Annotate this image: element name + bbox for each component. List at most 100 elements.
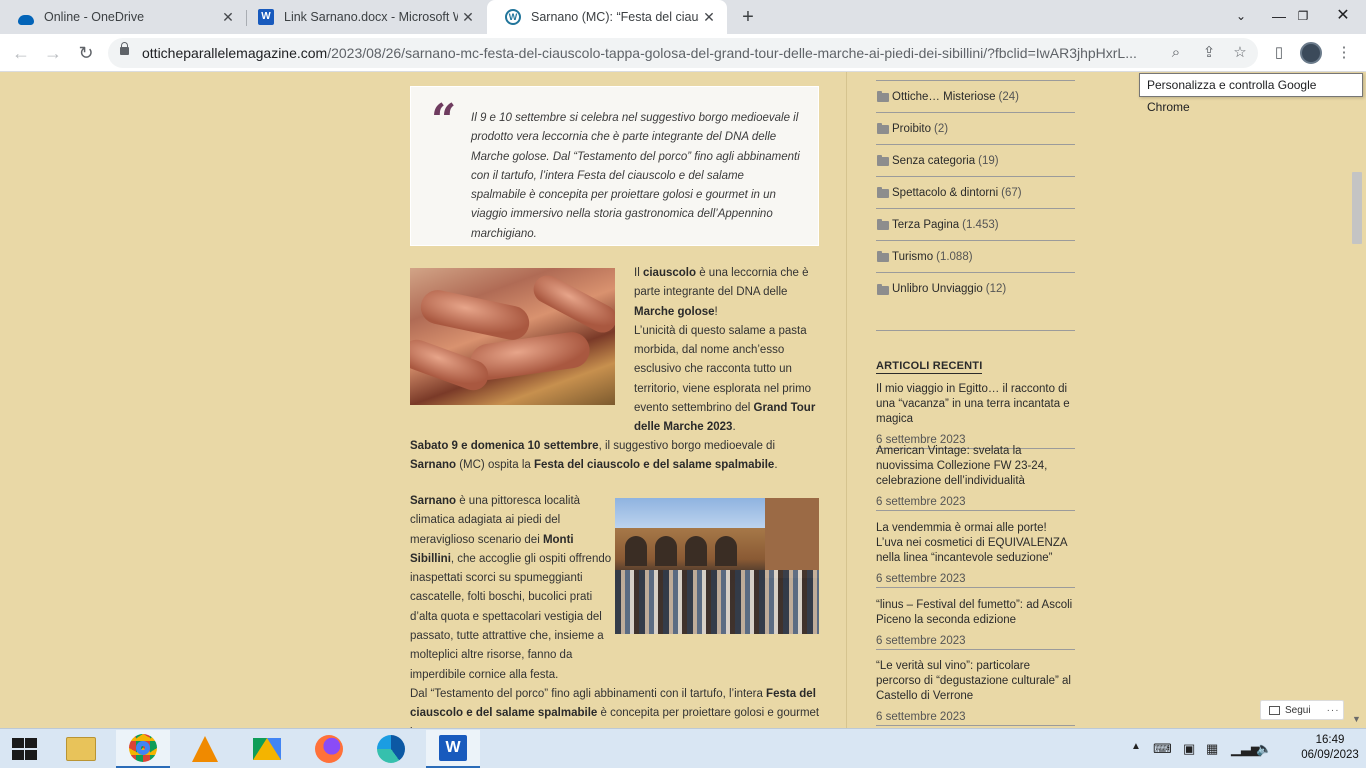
word-taskbar-icon[interactable]: W: [426, 730, 480, 768]
tab-title: Sarnano (MC): “Festa del ciauscol: [531, 10, 699, 24]
text-run: !: [714, 305, 718, 318]
vlc-icon[interactable]: [178, 730, 232, 768]
category-list: Ottiche… Misteriose (24) Proibito (2) Senz…: [876, 81, 1075, 305]
category-count: (2): [934, 122, 949, 135]
category-item[interactable]: Unlibro Unviaggio (12): [876, 273, 1075, 305]
close-window-button[interactable]: ✕: [1320, 0, 1366, 34]
recent-article-link[interactable]: Il mio viaggio in Egitto… il racconto di…: [876, 382, 1075, 427]
text-run: L’unicità di questo salame a pasta morbi…: [634, 324, 812, 415]
windows-taskbar: W ▲ ⌨ ▣ ▦ ▁▃▅ 🔈 16:49 06/09/2023: [0, 728, 1366, 768]
recent-article-link[interactable]: La vendemmia è ormai alle porte! L’uva n…: [876, 521, 1075, 566]
category-name[interactable]: Turismo: [892, 251, 933, 263]
close-icon[interactable]: ✕: [458, 9, 478, 26]
category-name[interactable]: Unlibro Unviaggio: [892, 283, 983, 295]
chrome-taskbar-icon[interactable]: [116, 730, 170, 768]
tab-onedrive[interactable]: Online - OneDrive ✕: [0, 0, 246, 34]
recent-article[interactable]: American Vintage: svelata la nuovissima …: [876, 444, 1075, 511]
page-content: “ Il 9 e 10 settembre si celebra nel sug…: [0, 72, 1366, 728]
ciauscolo-image[interactable]: [410, 268, 615, 405]
show-hidden-icons-chevron-icon[interactable]: ▲: [1131, 741, 1141, 752]
back-arrow-icon[interactable]: ←: [9, 41, 33, 65]
sidebar-divider: [846, 72, 847, 728]
device-icon[interactable]: ▣: [1183, 741, 1195, 757]
recent-article-date: 6 settembre 2023: [876, 496, 1075, 511]
text-bold: ciauscolo: [642, 267, 697, 279]
profile-avatar[interactable]: [1300, 42, 1322, 64]
recent-article-link[interactable]: “Le verità sul vino”: particolare percor…: [876, 659, 1075, 704]
lock-icon[interactable]: [120, 42, 129, 55]
text-run: .: [774, 459, 778, 472]
google-drive-icon[interactable]: [240, 730, 294, 768]
folder-icon: [877, 219, 889, 230]
quote-text: Il 9 e 10 settembre si celebra nel sugge…: [471, 112, 800, 240]
onedrive-icon: [18, 15, 34, 25]
category-name[interactable]: Spettacolo & dintorni: [892, 187, 998, 199]
close-icon[interactable]: ✕: [218, 9, 238, 26]
category-count: (12): [985, 283, 1007, 295]
follow-icon: [1269, 705, 1280, 715]
address-bar[interactable]: otticheparallelemagazine.com/2023/08/26/…: [108, 38, 1258, 68]
recent-article[interactable]: La vendemmia è ormai alle porte! L’uva n…: [876, 521, 1075, 588]
reload-icon[interactable]: ↻: [74, 41, 98, 65]
text-run: .: [732, 421, 736, 434]
zoom-icon[interactable]: ⌕: [1166, 43, 1186, 63]
scrollbar-thumb[interactable]: [1352, 172, 1362, 244]
url-text[interactable]: otticheparallelemagazine.com/2023/08/26/…: [142, 45, 1152, 61]
scroll-down-arrow-icon[interactable]: ▼: [1352, 714, 1361, 724]
category-item[interactable]: Proibito (2): [876, 113, 1075, 145]
text-run: (MC) ospita la: [456, 459, 534, 472]
text-run: , il suggestivo borgo medioevale di: [598, 440, 775, 452]
recent-article[interactable]: “Le verità sul vino”: particolare percor…: [876, 659, 1075, 726]
category-name[interactable]: Ottiche… Misteriose: [892, 91, 996, 103]
article-paragraph: Il ciauscolo è una leccornia che è parte…: [634, 264, 819, 438]
volume-icon[interactable]: 🔈: [1256, 741, 1272, 757]
tab-title: Link Sarnano.docx - Microsoft W: [284, 10, 458, 24]
recent-article-link[interactable]: “linus – Festival del fumetto”: ad Ascol…: [876, 598, 1075, 628]
folder-icon: [877, 91, 889, 102]
recent-article-link[interactable]: American Vintage: svelata la nuovissima …: [876, 444, 1075, 489]
network-icon[interactable]: ▦: [1206, 741, 1218, 757]
category-name[interactable]: Terza Pagina: [892, 219, 959, 231]
bookmark-star-icon[interactable]: ☆: [1230, 43, 1250, 63]
close-icon[interactable]: ✕: [699, 9, 719, 26]
quote-mark-icon: “: [431, 95, 457, 146]
category-item[interactable]: Senza categoria (19): [876, 145, 1075, 177]
tab-sarnano-article[interactable]: W Sarnano (MC): “Festa del ciauscol ✕: [487, 0, 727, 34]
category-count: (19): [978, 154, 999, 167]
forward-arrow-icon[interactable]: →: [41, 41, 65, 65]
text-bold: Sarnano: [410, 459, 457, 472]
text-run: Il: [634, 267, 643, 279]
new-tab-button[interactable]: +: [736, 5, 760, 29]
folder-icon: [877, 155, 889, 166]
category-count: (1.088): [936, 250, 973, 263]
word-icon: W: [258, 9, 274, 25]
category-item[interactable]: Ottiche… Misteriose (24): [876, 81, 1075, 113]
side-panel-icon[interactable]: ▯: [1269, 43, 1289, 63]
folder-icon: [877, 187, 889, 198]
file-explorer-icon[interactable]: [54, 730, 108, 768]
system-clock[interactable]: 16:49 06/09/2023: [1300, 733, 1360, 763]
more-options-icon[interactable]: ···: [1327, 705, 1340, 716]
category-name[interactable]: Proibito: [892, 123, 931, 135]
recent-article[interactable]: “linus – Festival del fumetto”: ad Ascol…: [876, 598, 1075, 650]
recent-articles-heading: ARTICOLI RECENTI: [876, 360, 983, 374]
recent-article-date: 6 settembre 2023: [876, 711, 1075, 726]
edge-icon[interactable]: [364, 730, 418, 768]
folder-icon: [877, 283, 889, 295]
chrome-menu-icon[interactable]: ⋮: [1334, 43, 1354, 63]
follow-button[interactable]: Segui ···: [1260, 700, 1344, 720]
firefox-icon[interactable]: [302, 730, 356, 768]
tooltip: Personalizza e controlla Google Chrome: [1139, 73, 1363, 114]
category-name[interactable]: Senza categoria: [892, 155, 975, 167]
category-item[interactable]: Turismo (1.088): [876, 241, 1075, 273]
category-item[interactable]: Spettacolo & dintorni (67): [876, 177, 1075, 209]
share-icon[interactable]: ⇪: [1199, 43, 1219, 63]
tab-word-document[interactable]: W Link Sarnano.docx - Microsoft W ✕: [240, 0, 486, 34]
article-paragraph: Sarnano è una pittoresca località climat…: [410, 492, 820, 728]
text-run: Dal “Testamento del porco” fino agli abb…: [410, 687, 767, 700]
category-item[interactable]: Terza Pagina (1.453): [876, 209, 1075, 241]
keyboard-icon[interactable]: ⌨: [1153, 741, 1172, 757]
recent-article[interactable]: Il mio viaggio in Egitto… il racconto di…: [876, 382, 1075, 449]
windows-start-icon[interactable]: [10, 738, 38, 760]
page-scrollbar[interactable]: [1349, 72, 1366, 728]
